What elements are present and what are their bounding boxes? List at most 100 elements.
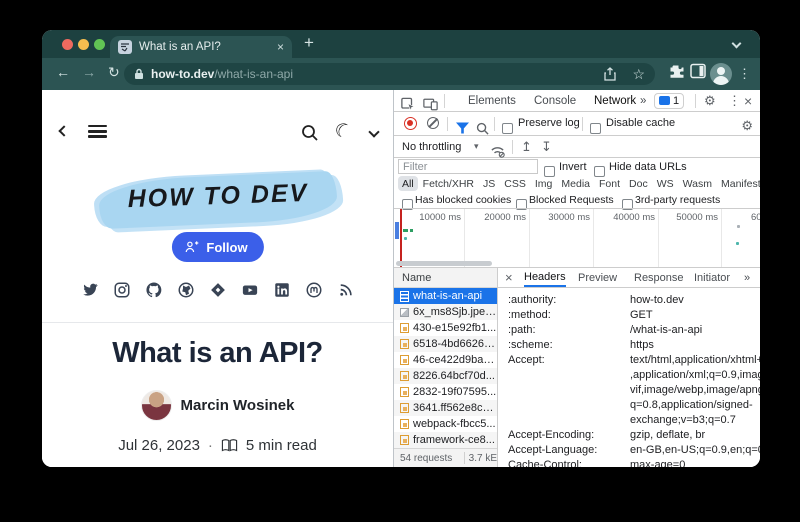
mastodon-icon[interactable] [305,281,323,299]
request-row[interactable]: 3641.ff562e8c5... [394,400,497,416]
rss-icon[interactable] [337,281,355,299]
header-entry: Accept-Encoding:gzip, deflate, br [508,428,760,443]
type-filter-manifest[interactable]: Manifest [717,176,760,191]
divider [582,117,583,131]
section-divider [42,322,393,323]
tab-response[interactable]: Response [634,268,684,287]
timeline-selection-marker [395,222,399,239]
header-entry: Accept-Language:en-GB,en-US;q=0.9,en;q=0… [508,443,760,458]
devtools-close-icon[interactable]: × [744,90,752,111]
throttling-select[interactable]: No throttling [402,136,461,157]
reload-icon[interactable]: ↻ [108,64,120,81]
browser-toolbar: ← → ↻ how-to.dev/what-is-an-api ☆ [42,58,760,90]
browser-menu-kebab-icon[interactable]: ⋮ [738,66,751,82]
preserve-log-checkbox[interactable] [502,123,513,134]
request-row[interactable]: what-is-an-api [394,288,497,304]
issues-badge[interactable]: 1 [654,93,684,109]
timeline-scrollbar[interactable] [396,261,492,266]
side-panel-icon[interactable] [690,63,706,79]
request-row[interactable]: 6518-4bd66261... [394,336,497,352]
request-name: 2832-19f07595... [413,386,496,398]
expand-chevron-icon[interactable] [368,126,379,137]
script-icon [400,435,409,445]
import-har-icon[interactable]: ↥ [521,136,532,157]
devtools-tab-elements[interactable]: Elements [468,90,516,111]
devtools-menu-kebab-icon[interactable]: ⋮ [728,90,741,111]
network-settings-gear-icon[interactable]: ⚙ [741,115,753,136]
more-detail-tabs-icon[interactable]: » [744,268,750,287]
devtools-settings-gear-icon[interactable]: ⚙ [704,90,716,111]
back-chevron-icon[interactable] [58,125,69,136]
request-row[interactable]: 6x_ms8Sjb.jpeg... [394,304,497,320]
close-detail-icon[interactable]: × [505,270,513,285]
tab-preview[interactable]: Preview [578,268,617,287]
youtube-icon[interactable] [241,281,259,299]
new-tab-button[interactable]: + [304,33,314,53]
extensions-puzzle-icon[interactable] [668,63,685,80]
close-window-button[interactable] [62,39,73,50]
network-detail-area: Name what-is-an-api 6x_ms8Sjb.jpeg... 43… [394,268,760,467]
name-column-header[interactable]: Name [394,268,497,288]
request-list: what-is-an-api 6x_ms8Sjb.jpeg... 430-e15… [394,288,497,448]
globe-icon[interactable] [177,281,195,299]
header-value: gzip, deflate, br [630,428,705,443]
request-row[interactable]: webpack-fbcc5... [394,416,497,432]
diamond-icon[interactable] [209,281,227,299]
network-summary-bar: 54 requests 3.7 kE [394,448,497,467]
request-name: 6518-4bd66261... [413,338,497,350]
tab-search-chevron-icon[interactable] [732,39,742,49]
linkedin-icon[interactable] [273,281,291,299]
zoom-window-button[interactable] [94,39,105,50]
instagram-icon[interactable] [113,281,131,299]
site-logo[interactable]: HOW TO DEV [93,170,343,232]
bookmark-star-icon[interactable]: ☆ [632,66,645,83]
minimize-window-button[interactable] [78,39,89,50]
more-tabs-icon[interactable]: » [640,90,646,111]
url-domain: how-to.dev [151,67,214,81]
devtools-tab-network[interactable]: Network [594,90,636,111]
script-icon [400,403,409,413]
timeline-tick: 20000 ms [466,212,526,223]
forward-icon[interactable]: → [82,64,96,80]
devtools-tab-console[interactable]: Console [534,90,576,111]
header-entry: Cache-Control:max-age=0 [508,458,760,467]
url-bar[interactable]: how-to.dev/what-is-an-api ☆ [124,63,655,85]
person-add-icon [183,239,199,255]
disable-cache-checkbox[interactable] [590,123,601,134]
back-icon[interactable]: ← [56,64,70,80]
network-timeline-overview[interactable]: 10000 ms 20000 ms 30000 ms 40000 ms 5000… [394,208,760,268]
filter-input[interactable] [398,159,538,174]
request-row[interactable]: 2832-19f07595... [394,384,497,400]
follow-button[interactable]: Follow [171,232,263,262]
script-icon [400,419,409,429]
record-network-log-icon[interactable] [404,117,417,130]
header-name: Accept-Language: [508,443,630,458]
profile-avatar[interactable] [710,63,732,85]
github-icon[interactable] [145,281,163,299]
tab-title: What is an API? [139,41,277,53]
share-icon[interactable] [604,67,616,81]
export-har-icon[interactable]: ↧ [541,136,552,157]
throttling-caret-icon[interactable]: ▾ [474,136,479,157]
twitter-icon[interactable] [81,281,99,299]
tab-close-icon[interactable]: × [277,41,284,53]
request-row[interactable]: 8226.64bcf70d... [394,368,497,384]
header-name: :method: [508,308,630,323]
request-row[interactable]: 430-e15e92fb1... [394,320,497,336]
request-name: 8226.64bcf70d... [413,370,495,382]
author-row[interactable]: Marcin Wosinek [42,390,393,421]
dark-mode-moon-icon[interactable]: ☾ [330,117,356,145]
clear-network-log-icon[interactable] [427,117,439,129]
request-checks-row: Has blocked cookies Blocked Requests 3rd… [394,193,760,208]
request-row[interactable]: 46-ce422d9bad... [394,352,497,368]
request-name-column: Name what-is-an-api 6x_ms8Sjb.jpeg... 43… [394,268,498,467]
window-content: ☾ HOW TO DEV Follow [42,90,760,467]
preserve-log-label: Preserve log [518,112,580,133]
request-row[interactable]: framework-ce8... [394,432,497,448]
menu-hamburger-icon[interactable] [88,125,107,138]
tab-headers[interactable]: Headers [524,268,566,287]
publish-date: Jul 26, 2023 [118,437,200,454]
browser-tab[interactable]: What is an API? × [110,36,292,58]
tab-initiator[interactable]: Initiator [694,268,730,287]
search-icon[interactable] [300,123,320,143]
